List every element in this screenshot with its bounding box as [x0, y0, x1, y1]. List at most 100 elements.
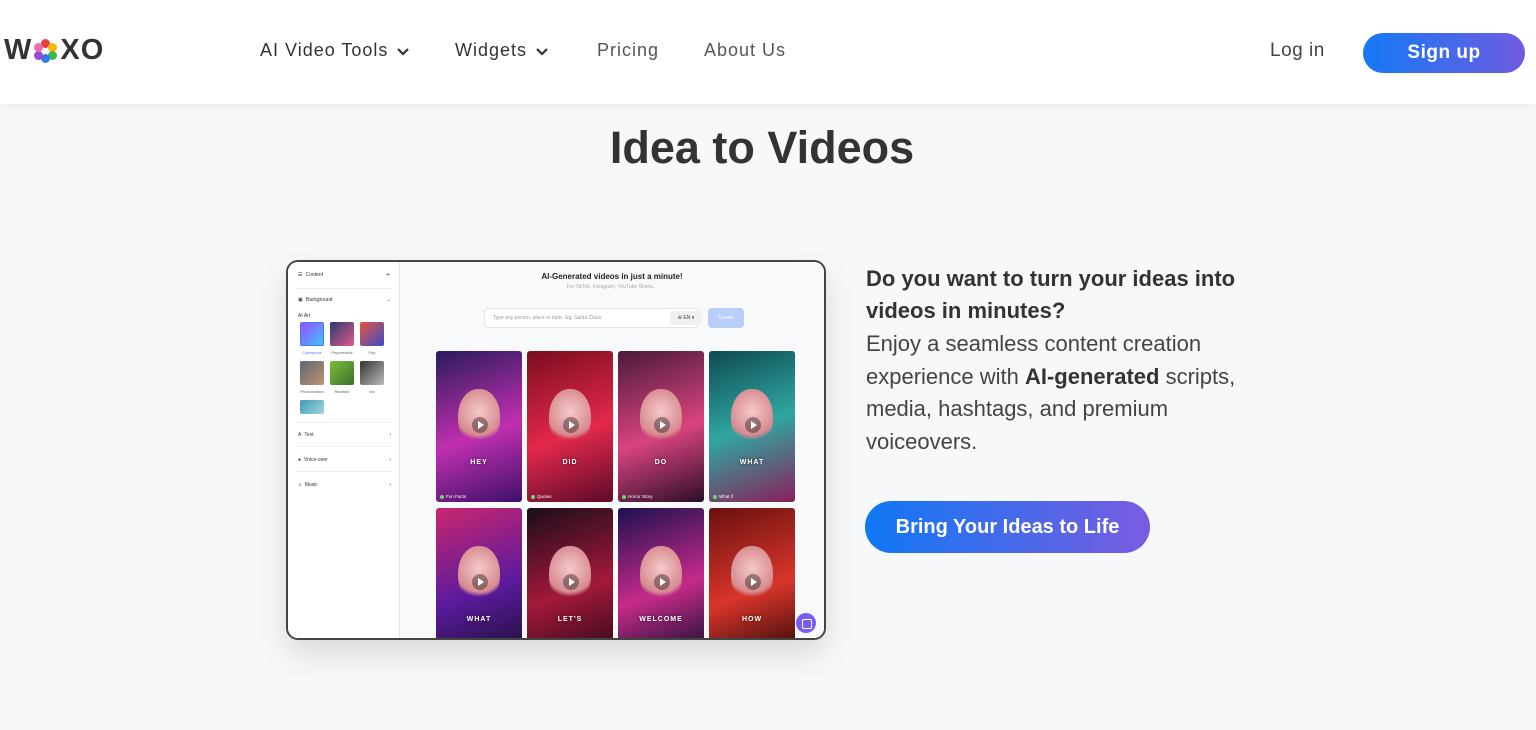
divider: [296, 422, 391, 423]
chevron-down-icon: [397, 47, 410, 56]
value-question: Do you want to turn your ideas into vide…: [866, 266, 1236, 323]
play-icon: [563, 574, 579, 590]
microphone-icon: ●: [298, 457, 302, 463]
mockup-content-label: Content: [305, 272, 323, 278]
divider: [296, 446, 391, 447]
mockup-topic-input: Type any person, place or topic. Eg. San…: [484, 308, 698, 328]
value-description: Enjoy a seamless content creation experi…: [866, 328, 1276, 458]
mockup-voiceover-row: ● Voice-over ›: [298, 457, 391, 463]
flower-logo-icon: [34, 38, 58, 63]
style-thumb-ink: [360, 361, 384, 385]
mockup-create-button: Create: [708, 308, 744, 328]
mockup-background-row: ▣ Background ⌄: [298, 297, 391, 303]
style-label-pop: Pop: [368, 350, 376, 355]
logo-letters-xo: XO: [60, 34, 105, 66]
video-card: HEY Fun Facts: [436, 351, 522, 502]
video-card-tag: Horror Story: [622, 494, 653, 499]
collapse-icon: ⇤: [386, 272, 391, 278]
video-card-tag-label: What if: [719, 494, 734, 499]
style-thumb-psychedelic: [330, 322, 354, 346]
signup-button[interactable]: Sign up: [1363, 33, 1525, 73]
style-thumb-realistic: [330, 361, 354, 385]
nav-pricing-label: Pricing: [597, 40, 660, 60]
divider: [296, 288, 391, 289]
style-label-photorealism: Photorealism: [300, 389, 324, 394]
video-card-tag-label: Fun Facts: [446, 494, 467, 499]
bring-ideas-cta-button[interactable]: Bring Your Ideas to Life: [865, 501, 1150, 553]
video-card-caption: WHAT: [466, 616, 492, 623]
mockup-language-select: ⊕ EN ▾: [670, 311, 702, 325]
chevron-right-icon: ›: [389, 432, 391, 438]
style-label-realistic: Realistic: [334, 389, 350, 394]
chevron-down-icon: [536, 47, 548, 56]
mockup-ai-art-label: AI Art: [298, 313, 311, 319]
style-label-psychedelic: Psychedelic: [331, 350, 353, 355]
video-card-caption: DID: [562, 459, 578, 466]
mockup-content-row: ☰ Content ⇤: [298, 272, 391, 278]
nav-ai-video-tools[interactable]: AI Video Tools: [260, 40, 410, 61]
video-card-caption: WHAT: [739, 459, 765, 466]
tag-dot-icon: [440, 494, 444, 499]
video-card-tag: Fun Facts: [440, 494, 466, 499]
tag-dot-icon: [713, 494, 717, 499]
mockup-sidebar: ☰ Content ⇤ ▣ Background ⌄ AI Art Cyberpun…: [288, 262, 400, 638]
page-title: Idea to Videos: [609, 122, 915, 173]
video-card-tag: Quotes: [531, 494, 552, 499]
mockup-main: AI-Generated videos in just a minute! Fo…: [400, 262, 824, 638]
login-link[interactable]: Log in: [1270, 40, 1325, 62]
mockup-heading: AI-Generated videos in just a minute!: [541, 272, 683, 281]
style-label-cyberpunk: Cyberpunk: [302, 350, 322, 355]
mockup-ai-art-row: AI Art: [298, 313, 391, 319]
play-icon: [745, 417, 761, 433]
video-card-tag-label: Horror Story: [628, 494, 653, 499]
video-card-caption: WELCOME: [639, 616, 683, 623]
play-icon: [654, 574, 670, 590]
mockup-music-row: ♫ Music ›: [298, 482, 391, 488]
video-card: HOW: [709, 508, 795, 638]
globe-icon: ⊕: [677, 315, 682, 321]
divider: [296, 471, 391, 472]
video-card: LET'S: [527, 508, 613, 638]
video-card-caption: HEY: [470, 459, 488, 466]
style-thumb-pop: [360, 322, 384, 346]
mockup-text-label: Text: [304, 432, 314, 438]
woxo-logo[interactable]: W XO: [4, 34, 104, 67]
video-card: DID Quotes: [527, 351, 613, 502]
chat-support-icon[interactable]: [796, 613, 816, 633]
video-card: WHAT What if: [709, 351, 795, 502]
video-card: DO Horror Story: [618, 351, 704, 502]
mockup-voiceover-label: Voice-over: [304, 457, 328, 463]
mockup-subheading: For TikTok, Instagram, YouTube Shorts...: [566, 284, 658, 290]
video-card-tag-label: Quotes: [537, 494, 552, 499]
play-icon: [563, 417, 579, 433]
style-thumb-more: [300, 400, 324, 414]
nav-about-us[interactable]: About Us: [704, 40, 786, 61]
nav-widgets-label: Widgets: [455, 40, 528, 60]
video-card: WHAT: [436, 508, 522, 638]
video-card-caption: DO: [654, 459, 668, 466]
text-format-icon: A: [298, 432, 302, 438]
play-icon: [472, 417, 488, 433]
nav-ai-video-tools-label: AI Video Tools: [260, 40, 389, 60]
play-icon: [472, 574, 488, 590]
tag-dot-icon: [622, 494, 626, 499]
style-thumb-cyberpunk: [300, 322, 324, 346]
nav-about-us-label: About Us: [704, 40, 787, 60]
image-icon: ▣: [298, 297, 303, 303]
chevron-down-icon: ⌄: [386, 297, 391, 303]
nav-pricing[interactable]: Pricing: [597, 40, 659, 61]
chevron-right-icon: ›: [389, 457, 391, 463]
logo-letter-w: W: [4, 34, 33, 66]
nav-widgets[interactable]: Widgets: [455, 40, 549, 61]
list-icon: ☰: [298, 272, 303, 278]
video-card-caption: HOW: [741, 616, 763, 623]
mockup-music-label: Music: [304, 482, 318, 488]
mockup-background-label: Background: [305, 297, 333, 303]
mockup-language-value: EN: [683, 315, 691, 321]
tag-dot-icon: [531, 494, 535, 499]
top-navbar: W XO AI Video Tools Widgets Pricing Abou…: [0, 0, 1536, 104]
chevron-right-icon: ›: [389, 482, 391, 488]
video-card-tag: What if: [713, 494, 733, 499]
value-description-highlight: AI-generated: [1024, 363, 1160, 389]
mockup-text-row: A Text ›: [298, 432, 391, 438]
